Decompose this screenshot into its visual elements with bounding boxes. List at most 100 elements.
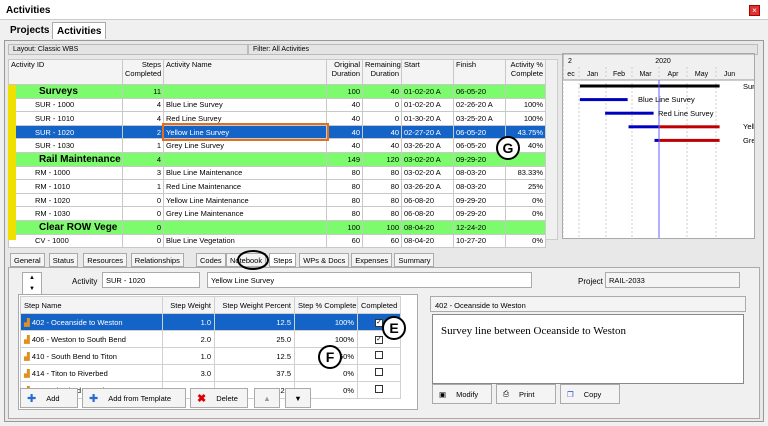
activity-row[interactable]: SUR - 1000 4 Blue Line Survey 40 0 01-02-20 A…	[8, 97, 546, 113]
steps-table: Step Name Step Weight Step Weight Percent S…	[20, 296, 401, 399]
activity-nav-arrows[interactable]: ▲ ▼	[22, 272, 42, 296]
table-scrollbar[interactable]	[545, 59, 558, 240]
wbs-row[interactable]: Surveys 11 100 40 01-02-20 A 06-05-20	[8, 84, 546, 99]
cell-orig: 60	[326, 233, 363, 249]
delete-x-icon: ✖	[197, 392, 207, 405]
cell-id: RM - 1000	[8, 165, 123, 181]
step-pct_weight: 12.5	[214, 313, 295, 331]
activity-row[interactable]: RM - 1030 0 Grey Line Maintenance 80 80 06-08…	[8, 206, 546, 221]
bar-label: Red Line Survey	[658, 109, 714, 118]
window-title: Activities	[0, 0, 768, 20]
steps-tab-highlight	[237, 250, 269, 270]
completed-checkbox[interactable]	[375, 385, 383, 393]
printer-icon: ⎙	[503, 389, 509, 398]
cell-steps: 1	[122, 179, 164, 194]
actual-bar	[654, 138, 659, 142]
print-button[interactable]: ⎙ Print	[496, 384, 556, 404]
add-step-button[interactable]: ✚ Add	[20, 388, 78, 408]
step-completed	[357, 347, 401, 365]
tab-activities[interactable]: Activities	[52, 22, 107, 39]
activity-row[interactable]: SUR - 1020 2 Yellow Line Survey 40 40 02-27-2…	[8, 123, 546, 141]
tab-codes[interactable]: Codes	[196, 253, 226, 267]
step-column-header[interactable]: Completed	[357, 296, 401, 314]
step-column-header[interactable]: Step % Complete	[294, 296, 358, 314]
cell-orig: 40	[326, 97, 363, 113]
step-name: ▟ 406 - Weston to South Bend	[20, 330, 163, 348]
cell-id: SUR - 1020	[8, 124, 123, 140]
plus-icon: ✚	[89, 392, 99, 405]
tab-wps-docs[interactable]: WPs & Docs	[299, 253, 350, 267]
cell-finish: 09-29-20	[453, 206, 506, 221]
move-up-button[interactable]: ▲	[254, 388, 280, 408]
cell-id: SUR - 1030	[8, 138, 123, 153]
step-column-header[interactable]: Step Name	[20, 296, 163, 314]
tab-summary[interactable]: Summary	[394, 253, 435, 267]
timescale-year: 2020	[655, 58, 671, 65]
step-icon: ▟	[24, 368, 32, 378]
note-text[interactable]: Survey line between Oceanside to Weston	[432, 314, 744, 384]
column-header[interactable]: Remaining Duration	[362, 59, 402, 85]
step-pct_weight-text: 25.0	[276, 334, 291, 344]
timescale-month: ec	[567, 71, 575, 78]
step-row[interactable]: ▟ 406 - Weston to South Bend 2.0 25.0 100% ✓	[20, 330, 401, 348]
tab-resources[interactable]: Resources	[83, 253, 128, 267]
column-header[interactable]: Original Duration	[326, 59, 363, 85]
wbs-row[interactable]: Rail Maintenance 4 149 120 03-02-20 A 09-29-2…	[8, 151, 546, 167]
step-name-text: 414 - Titon to Riverbed	[31, 368, 108, 378]
step-pct-text: 0%	[343, 385, 354, 395]
cell-finish: 12-24-20	[453, 219, 506, 235]
cell-finish: 02-26-20 A	[453, 97, 506, 113]
delete-step-button[interactable]: ✖ Delete	[190, 388, 248, 408]
layout-selector[interactable]: Layout: Classic WBS	[8, 44, 248, 55]
step-weight-text: 3.0	[200, 368, 211, 378]
activity-row[interactable]: RM - 1020 0 Yellow Line Maintenance 80 80 06-…	[8, 192, 546, 208]
step-row[interactable]: ▟ 402 - Oceanside to Weston 1.0 12.5 100% ✓	[20, 313, 401, 331]
cell-name: Grey Line Maintenance	[163, 206, 327, 221]
tab-relationships[interactable]: Relationships	[130, 253, 184, 267]
modify-button[interactable]: ▣ Modify	[432, 384, 492, 404]
tab-projects[interactable]: Projects	[6, 22, 53, 39]
cell-steps: 4	[122, 151, 164, 167]
column-header[interactable]: Activity % Complete	[505, 59, 546, 85]
step-row[interactable]: ▟ 414 - Titon to Riverbed 3.0 37.5 0%	[20, 364, 401, 382]
plus-icon: ✚	[27, 392, 37, 405]
column-header[interactable]: Activity Name	[163, 59, 327, 85]
completed-checkbox[interactable]	[375, 351, 383, 359]
step-pct_weight-text: 37.5	[276, 368, 291, 378]
column-header[interactable]: Activity ID	[8, 59, 123, 85]
step-weight: 2.0	[162, 330, 215, 348]
cell-pct: 100%	[505, 97, 546, 113]
close-icon[interactable]: ×	[749, 5, 760, 16]
step-column-header[interactable]: Step Weight Percent	[214, 296, 295, 314]
activity-row[interactable]: RM - 1000 3 Blue Line Maintenance 80 80 03-02…	[8, 165, 546, 181]
cell-start: 03-02-20 A	[401, 151, 454, 167]
column-header[interactable]: Start	[401, 59, 454, 85]
activity-row[interactable]: SUR - 1030 1 Grey Line Survey 40 40 03-26-20 …	[8, 138, 546, 153]
activity-label: Activity	[72, 277, 98, 286]
completed-checkbox[interactable]	[375, 368, 383, 376]
tab-expenses[interactable]: Expenses	[351, 253, 393, 267]
tab-steps[interactable]: Steps	[269, 253, 297, 267]
column-header[interactable]: Steps Completed	[122, 59, 164, 85]
move-down-button[interactable]: ▼	[285, 388, 311, 408]
wbs-row[interactable]: Clear ROW Vege 0 100 100 08-04-20 12-24-20	[8, 219, 546, 235]
activity-id-field[interactable]: SUR - 1020	[102, 272, 200, 288]
cell-start: 03-26-20 A	[401, 138, 454, 153]
cell-pct	[505, 219, 546, 235]
copy-button[interactable]: ❐ Copy	[560, 384, 620, 404]
activity-row[interactable]: RM - 1010 1 Red Line Maintenance 80 80 03-26-…	[8, 179, 546, 194]
tab-status[interactable]: Status	[48, 253, 79, 267]
activity-row[interactable]: CV - 1000 0 Blue Line Vegetation 60 60 08-04-…	[8, 233, 546, 249]
activity-row[interactable]: SUR - 1010 4 Red Line Survey 40 0 01-30-20 A0…	[8, 111, 546, 126]
add-from-template-button[interactable]: ✚ Add from Template	[82, 388, 186, 408]
completed-checkbox[interactable]: ✓	[375, 336, 383, 344]
tab-general[interactable]: General	[10, 253, 45, 267]
cell-rem: 40	[362, 124, 402, 140]
cell-steps: 0	[122, 192, 164, 208]
step-row[interactable]: ▟ 410 - South Bend to Titon 1.0 12.5 50%	[20, 347, 401, 365]
column-header[interactable]: Finish	[453, 59, 506, 85]
step-name: ▟ 414 - Titon to Riverbed	[20, 364, 163, 382]
timescale-year-prev: 2	[568, 58, 572, 65]
activity-name-field[interactable]: Yellow Line Survey	[207, 272, 532, 288]
step-column-header[interactable]: Step Weight	[162, 296, 215, 314]
